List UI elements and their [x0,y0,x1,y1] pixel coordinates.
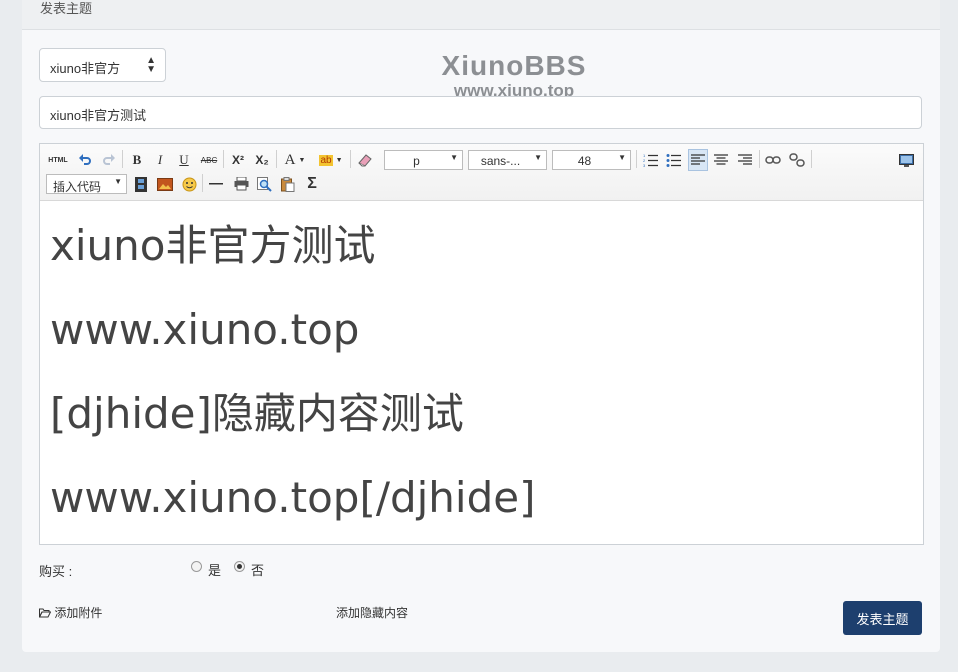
italic-button[interactable]: I [151,150,169,170]
watermark-title: XiunoBBS [441,50,587,81]
subscript-button[interactable]: X₂ [252,150,272,170]
align-left-button[interactable] [688,149,708,171]
insert-code-select[interactable]: 插入代码 ▼ [46,174,127,194]
undo-icon [79,154,91,165]
submit-post-button[interactable]: 发表主题 [843,601,922,635]
page-title: 发表主题 [40,1,93,16]
smiley-icon [182,177,196,191]
highlight-color-button[interactable]: ab ▼ [316,150,346,170]
watermark: XiunoBBS www.xiuno.top [434,50,594,100]
toolbar-separator [122,150,123,168]
dropdown-arrow-icon: ▼ [298,156,306,164]
dropdown-arrow-icon: ▼ [534,153,542,162]
magnifier-icon [256,176,272,192]
dropdown-arrow-icon: ▼ [335,156,343,164]
purchase-no-radio[interactable] [234,561,245,572]
forum-select-value: xiuno非官方 [50,61,121,76]
font-size-value: 48 [577,154,592,168]
link-icon [765,156,781,164]
align-right-icon [738,154,752,165]
unlink-button[interactable] [788,150,806,170]
font-color-button[interactable]: A ▼ [282,150,308,170]
insert-emoji-button[interactable] [180,174,198,194]
purchase-yes-label[interactable]: 是 [208,560,221,579]
align-center-icon [714,154,728,165]
editor-line: [djhide]隐藏内容测试 [50,389,464,438]
font-color-label: A [284,151,296,168]
clear-format-button[interactable] [356,150,374,170]
highlight-label: ab [319,154,333,166]
film-icon [135,176,147,192]
strikethrough-button[interactable]: ABC [198,150,220,170]
add-hidden-content-link[interactable]: 添加隐藏内容 [336,604,408,621]
toolbar-separator [223,150,224,168]
superscript-button[interactable]: X² [228,150,248,170]
eraser-icon [358,154,372,167]
add-attachment-link[interactable]: 添加附件 [38,604,103,621]
purchase-yes-radio[interactable] [191,561,202,572]
insert-image-button[interactable] [156,174,174,194]
insert-code-label: 插入代码 [53,180,102,194]
dropdown-arrow-icon: ▼ [618,153,626,162]
bold-button[interactable]: B [128,150,146,170]
svg-text:3: 3 [643,163,646,167]
align-left-icon [691,154,705,165]
card-header: 发表主题 [22,0,940,30]
toolbar-separator [202,174,203,192]
editor-line: xiuno非官方测试 [50,221,376,270]
paste-button[interactable] [279,174,297,194]
toolbar-separator [276,150,277,168]
horizontal-line-icon [209,183,223,185]
clipboard-icon [281,176,295,192]
dropdown-arrow-icon: ▼ [450,153,458,162]
toolbar-separator [350,150,351,168]
underline-button[interactable]: U [175,150,193,170]
font-size-select[interactable]: 48 ▼ [552,150,631,170]
print-button[interactable] [232,174,250,194]
html-source-button[interactable]: HTML [48,150,68,170]
insert-video-button[interactable] [132,174,150,194]
font-family-select[interactable]: sans-... ▼ [468,150,547,170]
font-family-value: sans-... [480,154,521,168]
paragraph-format-value: p [413,154,420,168]
unlink-icon [789,153,805,167]
folder-open-icon [38,608,52,618]
forum-select[interactable]: xiuno非官方 ▲ ▼ [39,48,166,82]
purchase-label: 购买 : [39,564,73,579]
rich-text-editor: HTML B I U ABC X² X₂ A ▼ ab ▼ p ▼ sans-.… [39,143,924,545]
image-icon [157,177,173,191]
editor-toolbar: HTML B I U ABC X² X₂ A ▼ ab ▼ p ▼ sans-.… [40,144,923,201]
monitor-icon [898,153,914,167]
subject-input[interactable]: xiuno非官方测试 [39,96,922,129]
ordered-list-button[interactable]: 123 [641,150,659,170]
toolbar-separator [759,150,760,168]
redo-icon [103,154,115,165]
post-card: 发表主题 xiuno非官方 ▲ ▼ XiunoBBS www.xiuno.top … [22,0,940,652]
unordered-list-icon [666,154,681,167]
unordered-list-button[interactable] [664,150,682,170]
formula-button[interactable]: Σ [303,174,321,194]
purchase-no-label[interactable]: 否 [251,560,264,579]
redo-button[interactable] [100,150,118,170]
printer-icon [234,177,248,191]
preview-button[interactable] [255,174,273,194]
updown-icon: ▲ ▼ [146,55,156,75]
undo-button[interactable] [76,150,94,170]
editor-line: www.xiuno.top[/djhide] [50,473,536,522]
toolbar-separator [811,150,812,168]
dropdown-arrow-icon: ▼ [114,177,122,186]
toolbar-separator [636,150,637,168]
ordered-list-icon: 123 [643,153,658,167]
editor-content[interactable]: xiuno非官方测试 www.xiuno.top [djhide]隐藏内容测试 … [40,201,923,544]
editor-line: www.xiuno.top [50,305,360,354]
align-right-button[interactable] [736,150,754,170]
fullscreen-button[interactable] [897,150,915,170]
align-center-button[interactable] [712,150,730,170]
insert-link-button[interactable] [764,150,782,170]
horizontal-rule-button[interactable] [207,174,225,194]
add-attachment-label: 添加附件 [54,606,103,620]
paragraph-format-select[interactable]: p ▼ [384,150,463,170]
